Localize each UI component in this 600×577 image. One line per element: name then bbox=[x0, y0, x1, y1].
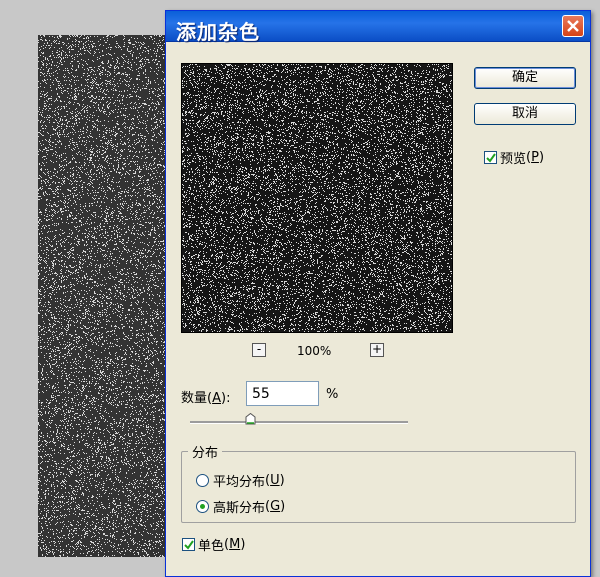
uniform-distribution-radio[interactable]: 平均分布(U) bbox=[196, 471, 285, 490]
close-button[interactable] bbox=[562, 15, 584, 37]
preview-mnemonic: P bbox=[531, 150, 539, 165]
amount-unit: % bbox=[326, 387, 339, 402]
preview-checkbox-label: 预览 bbox=[500, 152, 527, 167]
preview-image bbox=[182, 64, 452, 332]
distribution-legend: 分布 bbox=[188, 442, 223, 461]
monochrome-label: 单色 bbox=[198, 539, 225, 554]
gaussian-mnemonic: G bbox=[270, 499, 281, 514]
uniform-mnemonic: U bbox=[270, 473, 280, 488]
gaussian-radio-dot[interactable] bbox=[196, 500, 209, 513]
monochrome-checkbox-box[interactable] bbox=[182, 538, 195, 551]
uniform-label: 平均分布 bbox=[213, 475, 266, 490]
add-noise-dialog: 添加杂色 确定 取消 预览(P) - 100% + 数量(A): % 分布 平均… bbox=[165, 10, 591, 577]
amount-label: 数量(A): bbox=[181, 391, 231, 406]
zoom-in-button[interactable]: + bbox=[370, 343, 384, 357]
preview-checkbox-box[interactable] bbox=[484, 151, 497, 164]
preview-pane[interactable] bbox=[181, 63, 453, 333]
amount-input[interactable] bbox=[246, 381, 319, 406]
cancel-button[interactable]: 取消 bbox=[474, 103, 576, 125]
amount-slider-thumb[interactable] bbox=[245, 413, 256, 425]
monochrome-checkbox[interactable]: 单色(M) bbox=[182, 535, 245, 554]
amount-mnemonic: A bbox=[212, 391, 221, 406]
gaussian-distribution-radio[interactable]: 高斯分布(G) bbox=[196, 497, 285, 516]
amount-slider-track[interactable] bbox=[190, 421, 408, 424]
document-canvas bbox=[38, 35, 168, 557]
dialog-title: 添加杂色 bbox=[176, 20, 260, 44]
close-icon bbox=[567, 20, 579, 32]
preview-checkbox[interactable]: 预览(P) bbox=[484, 148, 544, 167]
gaussian-label: 高斯分布 bbox=[213, 501, 266, 516]
amount-label-text: 数量 bbox=[181, 391, 208, 406]
check-icon bbox=[184, 540, 194, 550]
monochrome-mnemonic: M bbox=[229, 537, 241, 552]
uniform-radio-dot[interactable] bbox=[196, 474, 209, 487]
zoom-level: 100% bbox=[297, 344, 332, 358]
check-icon bbox=[486, 153, 496, 163]
title-bar[interactable]: 添加杂色 bbox=[166, 11, 590, 44]
zoom-out-button[interactable]: - bbox=[252, 343, 266, 357]
ok-button[interactable]: 确定 bbox=[474, 67, 576, 89]
